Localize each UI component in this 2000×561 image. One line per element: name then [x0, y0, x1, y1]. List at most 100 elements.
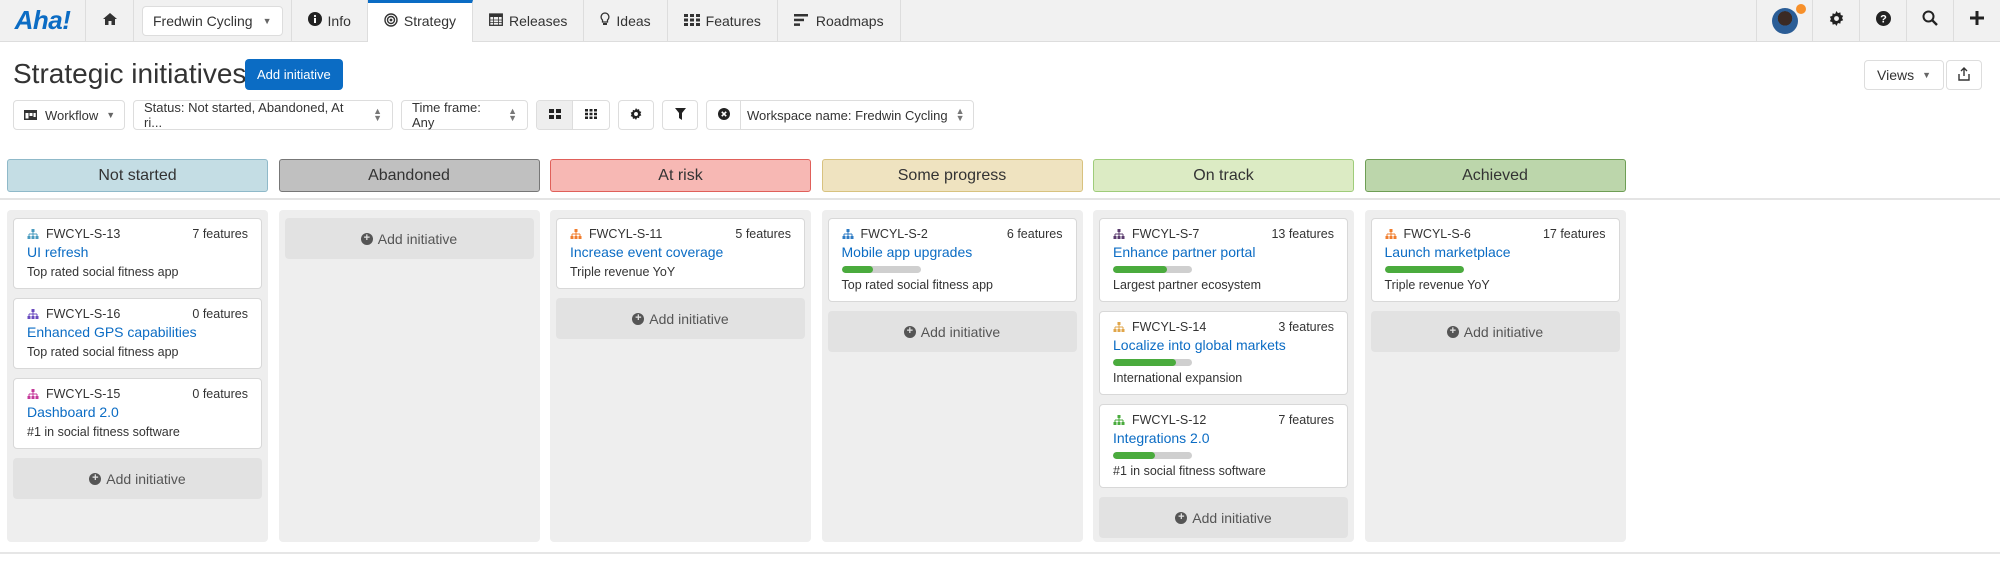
initiative-title-link[interactable]: Mobile app upgrades	[842, 244, 1063, 260]
initiative-icon	[570, 228, 582, 240]
progress-bar	[1113, 452, 1192, 459]
initiative-card[interactable]: FWCYL-S-7 13 features Enhance partner port…	[1099, 218, 1348, 302]
feature-count[interactable]: 3 features	[1278, 320, 1334, 334]
nav-info[interactable]: Info	[292, 0, 368, 41]
initiative-title-link[interactable]: Integrations 2.0	[1113, 430, 1334, 446]
workspace-filter-select[interactable]: Workspace name: Fredwin Cycling ▲ ▼	[741, 101, 973, 129]
feature-count[interactable]: 0 features	[192, 307, 248, 321]
views-dropdown[interactable]: Views ▼	[1864, 60, 1945, 90]
initiative-card[interactable]: FWCYL-S-11 5 features Increase event cover…	[556, 218, 805, 289]
initiative-id[interactable]: FWCYL-S-2	[861, 227, 928, 241]
filter-bar: Workflow ▼ Status: Not started, Abandone…	[13, 100, 974, 130]
initiative-id[interactable]: FWCYL-S-6	[1404, 227, 1471, 241]
export-button[interactable]	[1946, 60, 1982, 90]
small-grid-icon	[585, 108, 597, 122]
status-filter[interactable]: Status: Not started, Abandoned, At ri...…	[133, 100, 393, 130]
board-column: FWCYL-S-2 6 features Mobile app upgrades To…	[821, 210, 1083, 542]
add-initiative-button[interactable]: + Add initiative	[827, 311, 1077, 352]
initiative-icon	[1113, 228, 1125, 240]
create-button[interactable]	[1953, 0, 2000, 41]
settings-button[interactable]	[1812, 0, 1859, 41]
goal-label: Top rated social fitness app	[27, 265, 179, 279]
card-header: FWCYL-S-2 6 features	[842, 227, 1063, 241]
nav-roadmaps[interactable]: Roadmaps	[778, 0, 901, 41]
initiative-title-link[interactable]: UI refresh	[27, 244, 248, 260]
progress-bar	[1113, 359, 1192, 366]
add-initiative-button[interactable]: + Add initiative	[1099, 497, 1348, 538]
column-header-abandoned[interactable]: Abandoned	[278, 159, 540, 192]
feature-count[interactable]: 5 features	[735, 227, 791, 241]
column-header-not-started[interactable]: Not started	[7, 159, 268, 192]
column-header-at-risk[interactable]: At risk	[550, 159, 811, 192]
feature-count[interactable]: 13 features	[1271, 227, 1334, 241]
progress-bar	[1384, 266, 1464, 273]
remove-filter-button[interactable]	[707, 101, 741, 129]
initiative-id[interactable]: FWCYL-S-14	[1132, 320, 1206, 334]
aha-logo[interactable]: Aha!	[0, 0, 86, 41]
initiative-card[interactable]: FWCYL-S-14 3 features Localize into global…	[1099, 311, 1348, 395]
user-avatar-button[interactable]	[1756, 0, 1812, 41]
initiative-title-link[interactable]: Increase event coverage	[570, 244, 791, 260]
initiative-card[interactable]: FWCYL-S-15 0 features Dashboard 2.0 #1 in s…	[13, 378, 262, 449]
large-cards-toggle[interactable]	[537, 101, 573, 129]
initiative-title-link[interactable]: Localize into global markets	[1113, 337, 1334, 353]
initiative-title-link[interactable]: Enhanced GPS capabilities	[27, 324, 248, 340]
initiative-id[interactable]: FWCYL-S-11	[589, 227, 662, 241]
nav-strategy[interactable]: Strategy	[367, 0, 474, 42]
caret-down-icon: ▼	[262, 15, 272, 26]
column-header-some-progress[interactable]: Some progress	[821, 159, 1083, 192]
add-initiative-button[interactable]: + Add initiative	[13, 458, 262, 499]
feature-count[interactable]: 17 features	[1543, 227, 1606, 241]
card-header: FWCYL-S-7 13 features	[1113, 227, 1334, 241]
search-button[interactable]	[1906, 0, 1953, 41]
board-column: + Add initiative	[278, 210, 540, 542]
workspace-switcher[interactable]: Fredwin Cycling ▼	[142, 5, 283, 36]
initiative-id[interactable]: FWCYL-S-16	[46, 307, 120, 321]
add-initiative-button[interactable]: Add initiative	[245, 59, 343, 90]
progress-bar	[841, 266, 921, 273]
feature-count[interactable]: 7 features	[1278, 413, 1334, 427]
initiative-id[interactable]: FWCYL-S-12	[1132, 413, 1206, 427]
add-initiative-button[interactable]: + Add initiative	[556, 298, 805, 339]
initiative-card[interactable]: FWCYL-S-12 7 features Integrations 2.0 #1 i…	[1099, 404, 1348, 488]
nav-releases[interactable]: Releases	[473, 0, 585, 41]
initiative-id[interactable]: FWCYL-S-7	[1132, 227, 1199, 241]
initiative-id[interactable]: FWCYL-S-13	[46, 227, 120, 241]
feature-count[interactable]: 7 features	[192, 227, 248, 241]
nav-ideas[interactable]: Ideas	[584, 0, 668, 41]
add-initiative-button[interactable]: + Add initiative	[1370, 311, 1620, 352]
initiative-icon	[1113, 321, 1125, 333]
initiative-id[interactable]: FWCYL-S-15	[46, 387, 120, 401]
goal-label: International expansion	[1113, 371, 1243, 385]
initiative-title-link[interactable]: Enhance partner portal	[1113, 244, 1334, 260]
workspace-switcher-wrap: Fredwin Cycling ▼	[134, 0, 292, 41]
initiative-card[interactable]: FWCYL-S-13 7 features UI refresh Top rated …	[13, 218, 262, 289]
view-mode-dropdown[interactable]: Workflow ▼	[13, 100, 125, 130]
board-column: FWCYL-S-11 5 features Increase event cover…	[550, 210, 811, 542]
column-header-on-track[interactable]: On track	[1093, 159, 1354, 192]
feature-count[interactable]: 6 features	[1007, 227, 1063, 241]
column-header-achieved[interactable]: Achieved	[1364, 159, 1626, 192]
small-cards-toggle[interactable]	[573, 101, 609, 129]
nav-features[interactable]: Features	[668, 0, 778, 41]
filter-button[interactable]	[662, 100, 698, 130]
initiative-card[interactable]: FWCYL-S-2 6 features Mobile app upgrades To…	[827, 218, 1077, 302]
time-frame-filter[interactable]: Time frame: Any ▲ ▼	[401, 100, 528, 130]
add-initiative-button[interactable]: + Add initiative	[284, 218, 534, 259]
goal-label: #1 in social fitness software	[1113, 464, 1266, 478]
progress-bar-fill	[1113, 266, 1167, 273]
card-header: FWCYL-S-12 7 features	[1113, 413, 1334, 427]
initiative-card[interactable]: FWCYL-S-16 0 features Enhanced GPS capabil…	[13, 298, 262, 369]
initiative-icon	[27, 308, 39, 320]
initiative-title-link[interactable]: Launch marketplace	[1385, 244, 1606, 260]
initiative-card[interactable]: FWCYL-S-6 17 features Launch marketplace Tr…	[1370, 218, 1620, 302]
card-id-wrap: FWCYL-S-14	[1113, 320, 1206, 334]
card-header: FWCYL-S-11 5 features	[570, 227, 791, 241]
help-button[interactable]: ?	[1859, 0, 1906, 41]
lightbulb-icon	[600, 12, 610, 29]
home-button[interactable]	[86, 0, 134, 41]
initiative-title-link[interactable]: Dashboard 2.0	[27, 404, 248, 420]
nav-releases-label: Releases	[509, 12, 568, 29]
card-settings-button[interactable]	[618, 100, 654, 130]
feature-count[interactable]: 0 features	[192, 387, 248, 401]
